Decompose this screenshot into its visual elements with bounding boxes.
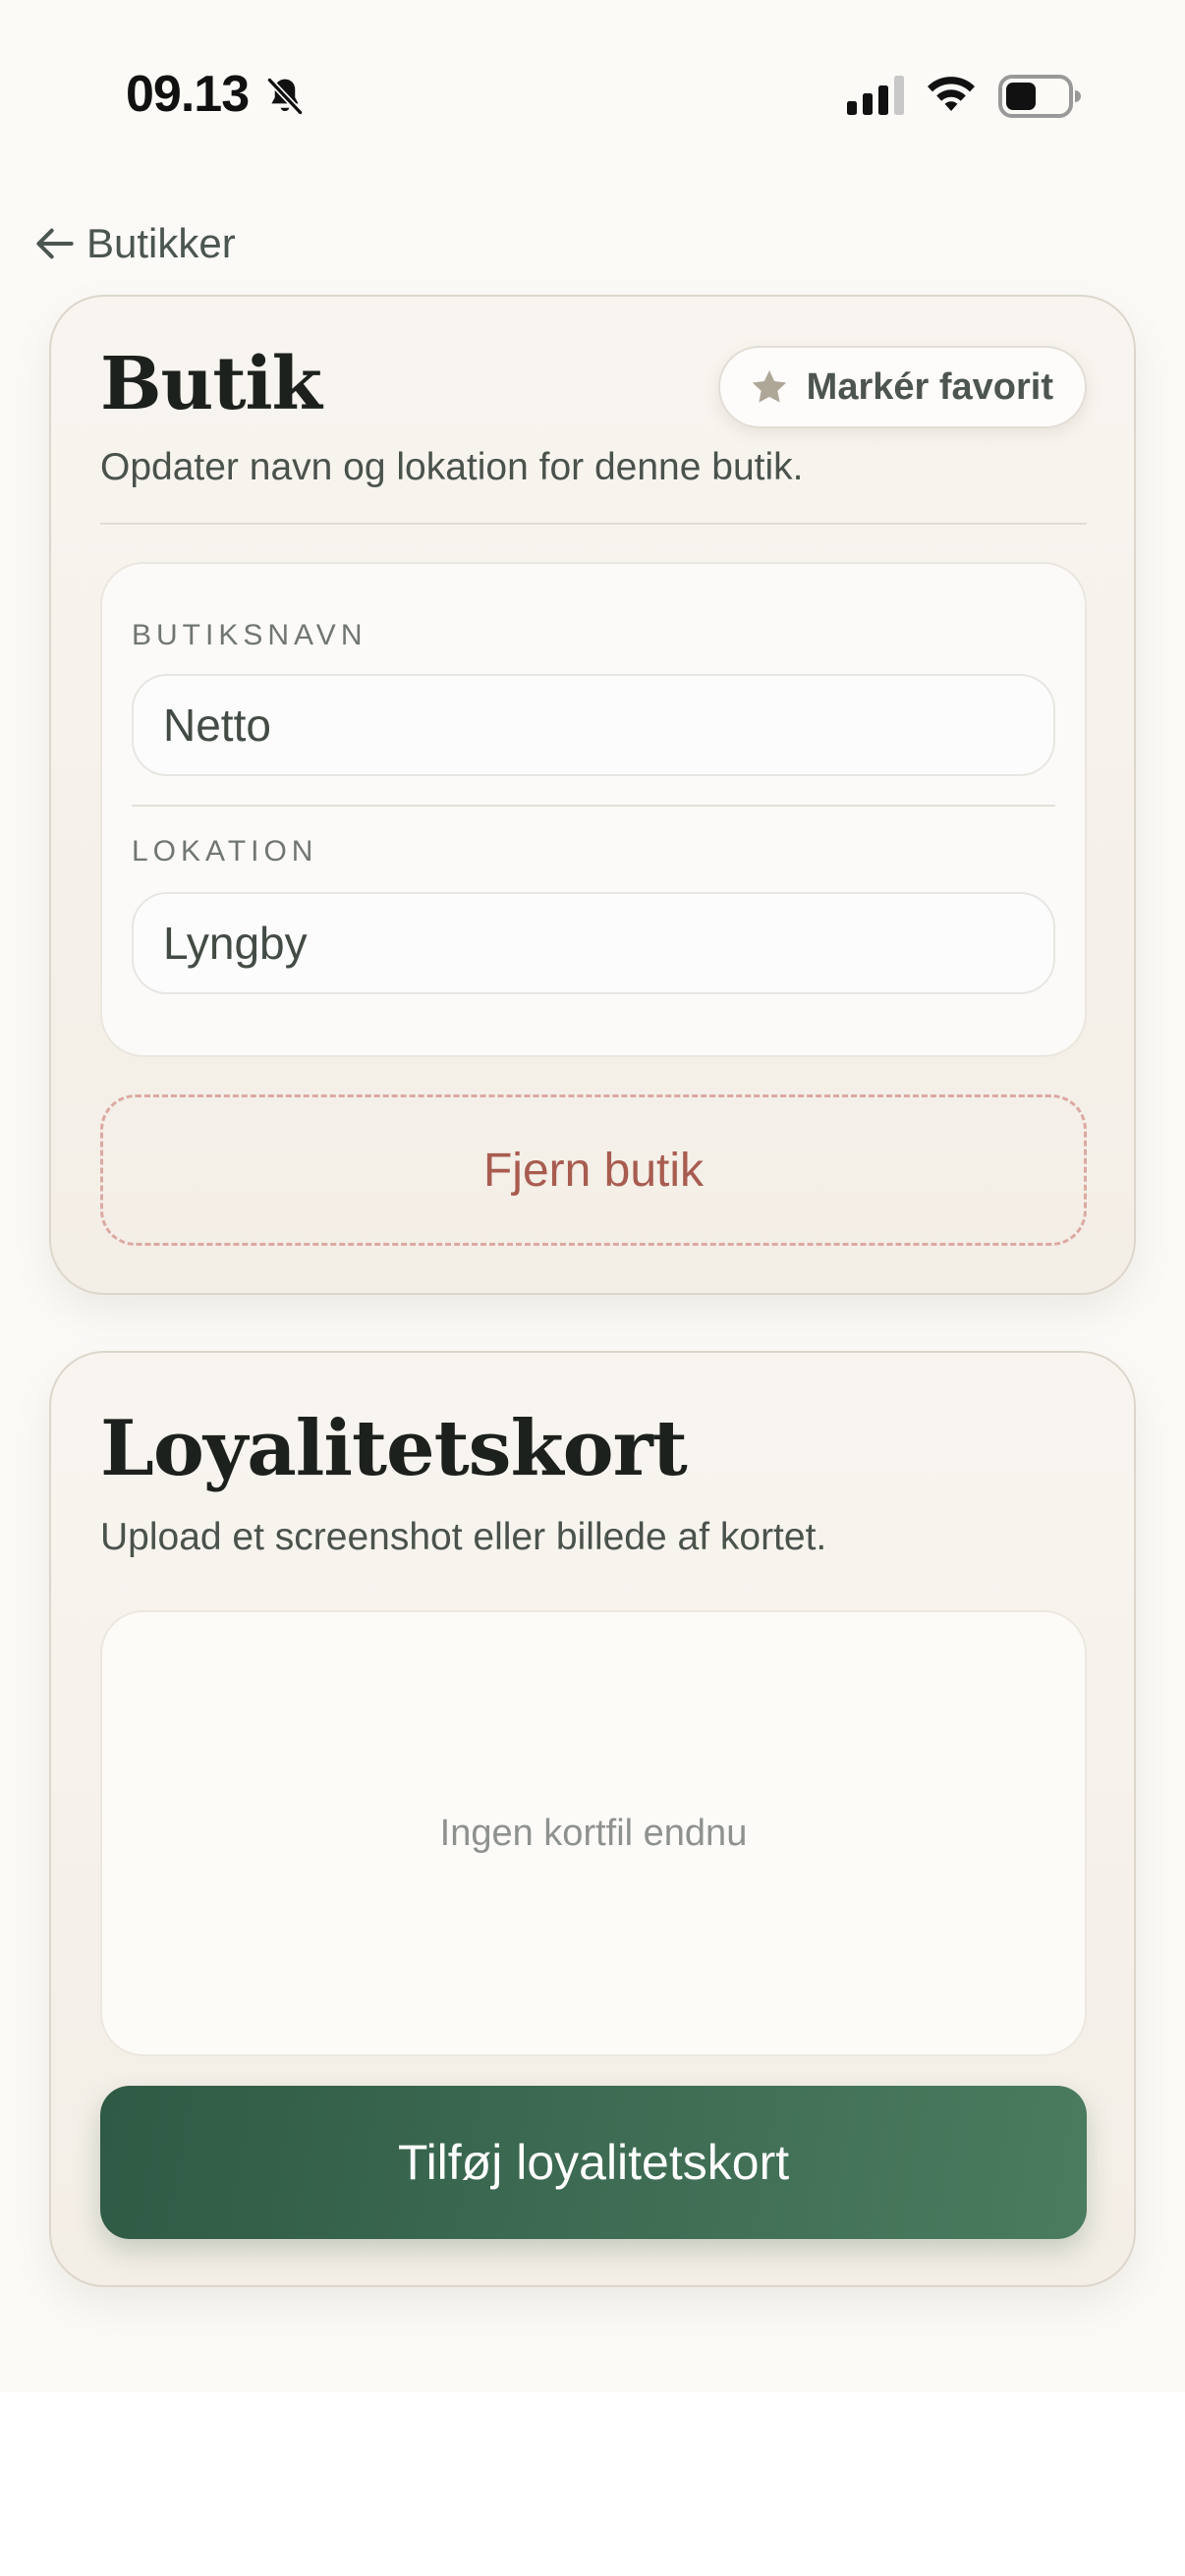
location-input[interactable] <box>132 892 1055 994</box>
store-fields-panel: BUTIKSNAVN LOKATION <box>100 562 1087 1057</box>
back-link[interactable]: Butikker <box>35 218 236 269</box>
arrow-left-icon <box>36 228 74 259</box>
star-icon <box>752 370 786 403</box>
location-label: LOKATION <box>132 835 318 868</box>
loyalty-card-description: Upload et screenshot eller billede af ko… <box>100 1516 827 1558</box>
loyalty-card-title: Loyalitetskort <box>100 1404 688 1493</box>
back-link-label: Butikker <box>86 220 236 266</box>
store-card: Butik Markér favorit Opdater navn og lok… <box>49 295 1136 1295</box>
empty-card-text: Ingen kortfil endnu <box>439 1812 748 1854</box>
loyalty-card-section: Loyalitetskort Upload et screenshot elle… <box>49 1351 1136 2287</box>
store-name-input[interactable] <box>132 674 1055 776</box>
store-name-label: BUTIKSNAVN <box>132 619 367 651</box>
bell-slash-icon <box>266 77 304 116</box>
store-card-description: Opdater navn og lokation for denne butik… <box>100 446 804 488</box>
wifi-icon <box>928 77 975 111</box>
field-divider <box>132 805 1055 807</box>
remove-store-button[interactable]: Fjern butik <box>100 1094 1087 1246</box>
divider <box>100 523 1087 525</box>
battery-icon <box>998 75 1081 118</box>
store-card-title: Butik <box>100 342 322 426</box>
screen: 09.13 Butikker Butik Markér favorit Opda… <box>0 0 1185 2392</box>
signal-icon <box>847 76 904 115</box>
mark-favorite-button[interactable]: Markér favorit <box>717 346 1087 428</box>
status-time: 09.13 <box>126 66 250 123</box>
add-loyalty-card-button[interactable]: Tilføj loyalitetskort <box>100 2086 1087 2239</box>
card-upload-area[interactable]: Ingen kortfil endnu <box>100 1610 1087 2056</box>
remove-store-label: Fjern butik <box>482 1144 705 1197</box>
add-loyalty-card-label: Tilføj loyalitetskort <box>397 2135 790 2190</box>
status-bar: 09.13 <box>0 0 1185 187</box>
mark-favorite-label: Markér favorit <box>806 365 1053 408</box>
